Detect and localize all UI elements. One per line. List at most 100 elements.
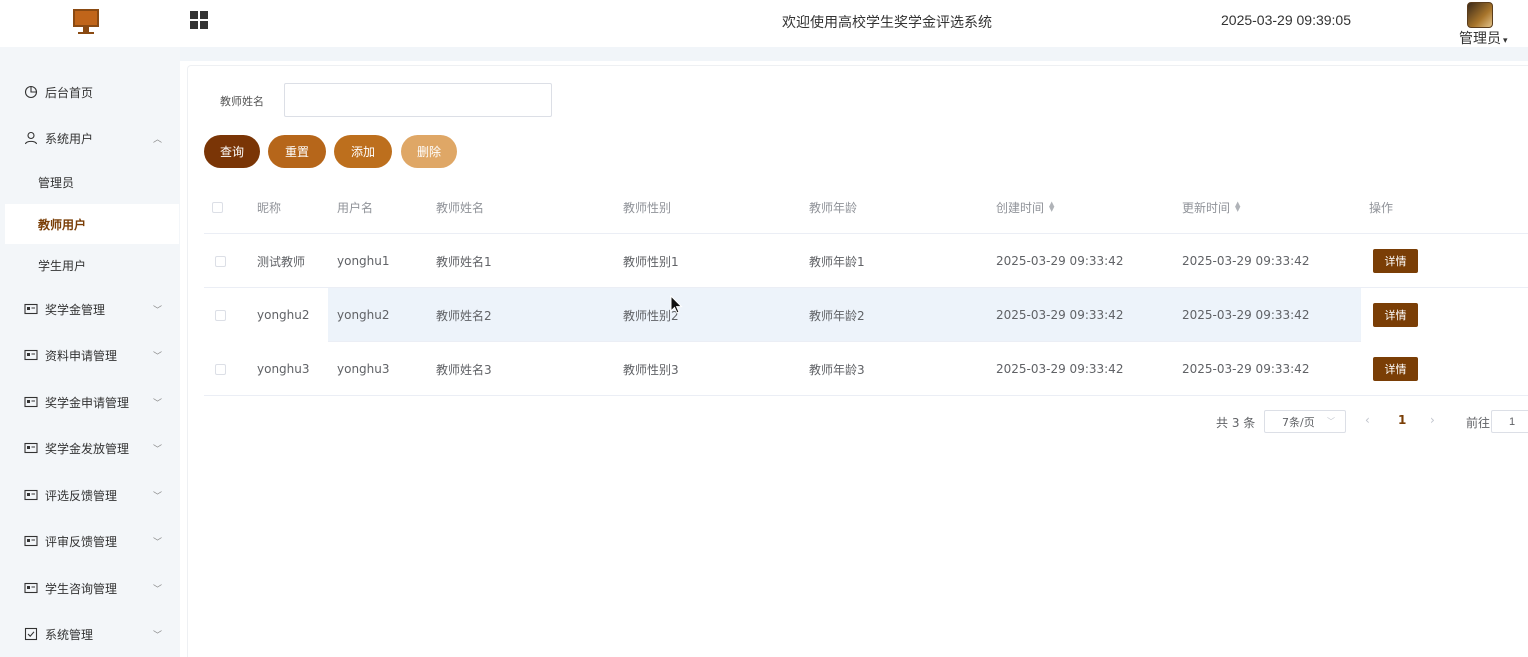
- sidebar-subitem-teacher-users[interactable]: 教师用户: [5, 204, 179, 244]
- user-name-label[interactable]: 管理员 ▾: [1459, 28, 1508, 48]
- cell-nickname: 测试教师: [257, 254, 306, 269]
- cell-created-time: 2025-03-29 09:33:42: [996, 308, 1124, 322]
- sidebar-item-label: 资料申请管理: [45, 348, 118, 363]
- cell-nickname: yonghu2: [257, 308, 310, 322]
- detail-button[interactable]: 详情: [1373, 357, 1418, 381]
- cell-teacher-age: 教师年龄1: [809, 254, 865, 269]
- page-size-select[interactable]: 7条/页 ﹀: [1264, 410, 1346, 433]
- cell-teacher-name: 教师姓名2: [436, 308, 492, 323]
- sidebar-item-scholarship-payout[interactable]: 奖学金发放管理 ﹀: [0, 428, 180, 468]
- chevron-down-icon: ﹀: [152, 630, 162, 641]
- sidebar-item-system-users[interactable]: 系统用户 ︿: [0, 118, 180, 158]
- next-page-button[interactable]: ›: [1430, 413, 1435, 427]
- prev-page-button[interactable]: ‹: [1365, 413, 1370, 427]
- sidebar-item-student-consulting[interactable]: 学生咨询管理 ﹀: [0, 568, 180, 608]
- row-checkbox[interactable]: [215, 255, 226, 267]
- mouse-cursor-icon: [670, 295, 683, 314]
- chevron-down-icon: ﹀: [152, 305, 162, 316]
- chevron-up-icon: ︿: [152, 134, 162, 145]
- chevron-down-icon: ▾: [1503, 36, 1508, 46]
- detail-button[interactable]: 详情: [1373, 303, 1418, 327]
- col-username: 用户名: [337, 200, 374, 215]
- col-teacher-age: 教师年龄: [809, 200, 858, 215]
- check-square-icon: [24, 627, 38, 641]
- card-icon: [24, 348, 38, 362]
- menu-grid-icon[interactable]: [190, 11, 208, 29]
- sidebar-item-review-feedback[interactable]: 评审反馈管理 ﹀: [0, 521, 180, 561]
- col-teacher-gender: 教师性别: [623, 200, 672, 215]
- sidebar-item-label: 评审反馈管理: [45, 534, 118, 549]
- page-number-button[interactable]: 1: [1398, 413, 1406, 427]
- chevron-down-icon: ﹀: [152, 537, 162, 548]
- cell-teacher-age: 教师年龄3: [809, 362, 865, 377]
- cell-created-time: 2025-03-29 09:33:42: [996, 362, 1124, 376]
- sidebar-item-label: 系统用户: [45, 131, 94, 146]
- select-all-cell: [212, 180, 223, 234]
- add-button[interactable]: 添加: [334, 135, 392, 168]
- col-updated-time[interactable]: 更新时间 ▲ ▼: [1182, 180, 1240, 234]
- sort-icon[interactable]: ▲ ▼: [1235, 201, 1240, 213]
- chevron-down-icon: ﹀: [152, 398, 162, 409]
- sidebar-item-dashboard[interactable]: 后台首页: [0, 72, 180, 112]
- sidebar-item-material-application[interactable]: 资料申请管理 ﹀: [0, 335, 180, 375]
- sidebar-item-label: 评选反馈管理: [45, 488, 118, 503]
- cell-username: yonghu1: [337, 254, 390, 268]
- sidebar-item-label: 学生咨询管理: [45, 581, 118, 596]
- row-checkbox[interactable]: [215, 309, 226, 321]
- row-select-cell: [215, 342, 226, 396]
- goto-page-input[interactable]: [1491, 410, 1528, 433]
- query-button[interactable]: 查询: [204, 135, 260, 168]
- reset-button[interactable]: 重置: [268, 135, 326, 168]
- sidebar-subitem-admin[interactable]: 管理员: [5, 162, 179, 202]
- delete-button[interactable]: 删除: [401, 135, 457, 168]
- cell-actions: 详情: [1373, 234, 1418, 288]
- sidebar: 后台首页 系统用户 ︿ 管理员 教师用户 学生用户 奖学金管理 ﹀ 资料申请管理…: [0, 47, 180, 657]
- cell-updated-time: 2025-03-29 09:33:42: [1182, 308, 1310, 322]
- cell-teacher-name: 教师姓名1: [436, 254, 492, 269]
- sidebar-item-label: 奖学金管理: [45, 302, 106, 317]
- sidebar-subitem-student-users[interactable]: 学生用户: [5, 245, 179, 285]
- sort-icon[interactable]: ▲ ▼: [1049, 201, 1054, 213]
- sidebar-item-scholarship[interactable]: 奖学金管理 ﹀: [0, 289, 180, 329]
- col-teacher-name: 教师姓名: [436, 200, 485, 215]
- chevron-down-icon: ﹀: [152, 584, 162, 595]
- sidebar-item-system-management[interactable]: 系统管理 ﹀: [0, 614, 180, 654]
- chevron-down-icon: ﹀: [1327, 417, 1335, 426]
- sidebar-item-scholarship-application[interactable]: 奖学金申请管理 ﹀: [0, 382, 180, 422]
- row-select-cell: [215, 234, 226, 288]
- cell-actions: 详情: [1373, 342, 1418, 396]
- col-created-time[interactable]: 创建时间 ▲ ▼: [996, 180, 1054, 234]
- cell-updated-time: 2025-03-29 09:33:42: [1182, 254, 1310, 268]
- avatar[interactable]: [1467, 2, 1493, 28]
- card-icon: [24, 395, 38, 409]
- row-checkbox[interactable]: [215, 363, 226, 375]
- cell-teacher-gender: 教师性别3: [623, 362, 679, 377]
- sidebar-item-selection-feedback[interactable]: 评选反馈管理 ﹀: [0, 475, 180, 515]
- chevron-down-icon: ﹀: [152, 444, 162, 455]
- card-icon: [24, 302, 38, 316]
- sidebar-item-label: 后台首页: [45, 85, 94, 100]
- top-header: 欢迎使用高校学生奖学金评选系统 2025-03-29 09:39:05 管理员 ▾: [0, 0, 1528, 47]
- sidebar-item-label: 奖学金发放管理: [45, 441, 130, 456]
- detail-button[interactable]: 详情: [1373, 249, 1418, 273]
- welcome-title: 欢迎使用高校学生奖学金评选系统: [782, 15, 992, 31]
- sidebar-item-label: 系统管理: [45, 627, 94, 642]
- card-icon: [24, 581, 38, 595]
- cell-actions: 详情: [1361, 288, 1528, 342]
- cell-updated-time: 2025-03-29 09:33:42: [1182, 362, 1310, 376]
- teacher-name-input[interactable]: [284, 83, 552, 117]
- monitor-logo-icon: [73, 9, 99, 35]
- cell-teacher-age: 教师年龄2: [809, 308, 865, 323]
- col-actions: 操作: [1369, 200, 1394, 215]
- cell-username: yonghu3: [337, 362, 390, 376]
- table-header-row: 昵称 用户名 教师姓名 教师性别 教师年龄 创建时间 ▲ ▼ 更新时间 ▲ ▼ 操作: [204, 180, 1528, 234]
- chevron-down-icon: ﹀: [152, 491, 162, 502]
- cell-created-time: 2025-03-29 09:33:42: [996, 254, 1124, 268]
- table-row: yonghu3 yonghu3 教师姓名3 教师性别3 教师年龄3 2025-0…: [204, 342, 1528, 396]
- col-nickname: 昵称: [257, 200, 282, 215]
- user-menu[interactable]: 管理员 ▾: [1458, 2, 1518, 48]
- cell-teacher-name: 教师姓名3: [436, 362, 492, 377]
- card-icon: [24, 488, 38, 502]
- sidebar-item-label: 奖学金申请管理: [45, 395, 130, 410]
- select-all-checkbox[interactable]: [212, 201, 223, 213]
